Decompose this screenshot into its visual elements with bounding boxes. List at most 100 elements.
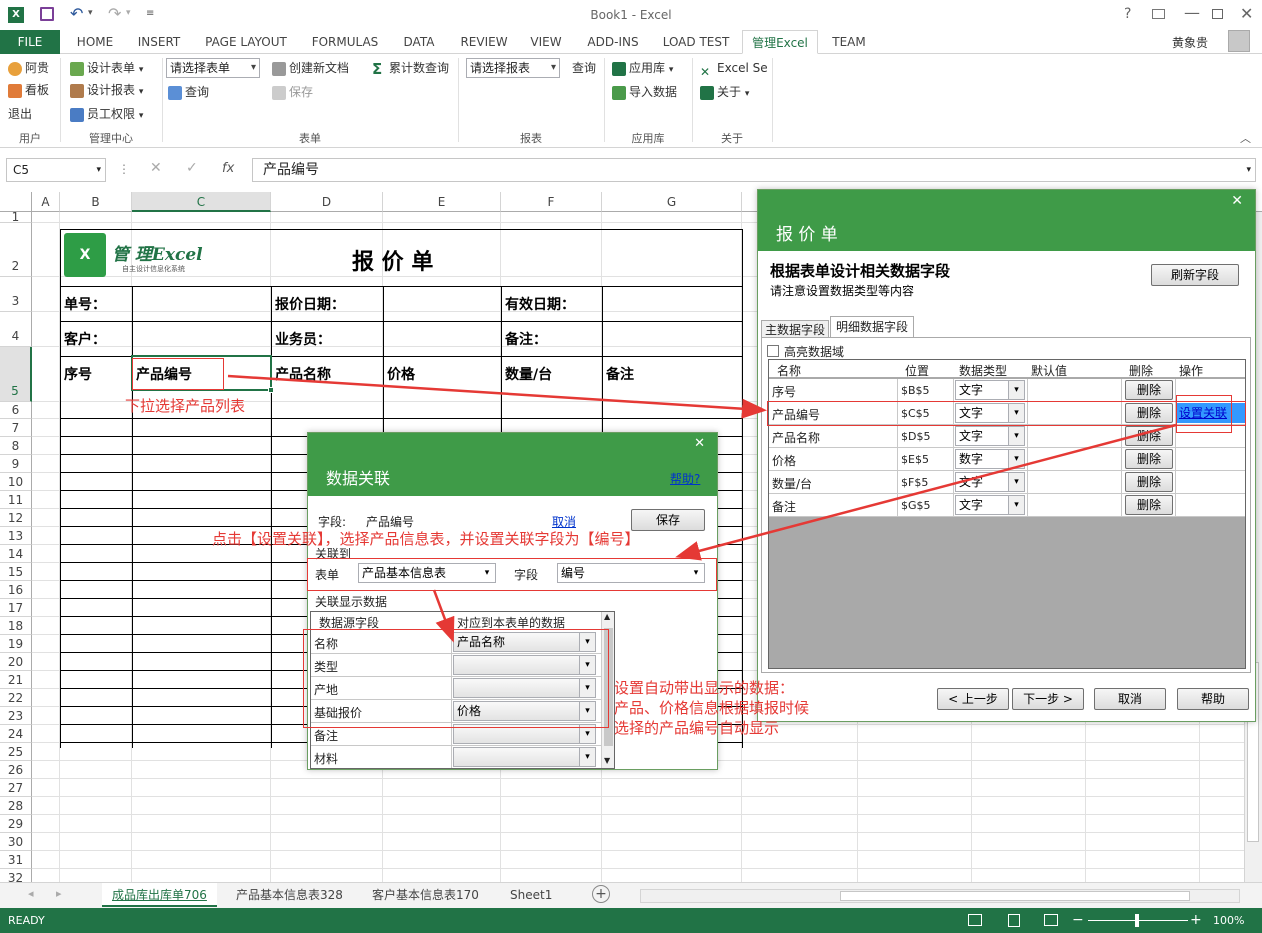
field-row-delete-button[interactable]: 删除 — [1125, 426, 1173, 446]
dialog-help-link[interactable]: 帮助? — [670, 470, 701, 487]
cell-remark-header[interactable]: 备注 — [606, 364, 634, 384]
field-row-type-dropdown[interactable]: 数字 ▾ — [955, 449, 1025, 469]
tab-file[interactable]: FILE — [0, 30, 60, 54]
tab-insert[interactable]: INSERT — [130, 30, 188, 54]
display-row-source[interactable]: 基础报价 — [314, 704, 362, 721]
staff-permission-button[interactable]: 员工权限 ▾ — [70, 104, 143, 124]
dialog-save-button[interactable]: 保存 — [631, 509, 705, 531]
field-row-type-dropdown[interactable]: 文字 ▾ — [955, 495, 1025, 515]
row-header-10[interactable]: 10 — [0, 473, 32, 491]
display-row-source[interactable]: 名称 — [314, 635, 338, 652]
tab-data[interactable]: DATA — [394, 30, 444, 54]
logout-button[interactable]: 退出 — [8, 104, 32, 124]
tab-team[interactable]: TEAM — [826, 30, 872, 54]
row-header-18[interactable]: 18 — [0, 617, 32, 635]
row-header-11[interactable]: 11 — [0, 491, 32, 509]
col-header-a[interactable]: A — [32, 192, 60, 212]
cell-price-header[interactable]: 价格 — [387, 364, 415, 384]
row-header-4[interactable]: 4 — [0, 312, 32, 347]
tab-detail-fields[interactable]: 明细数据字段 — [830, 316, 915, 338]
row-header-28[interactable]: 28 — [0, 797, 32, 815]
select-form-dropdown[interactable]: 请选择表单 — [166, 58, 260, 78]
insert-function-icon[interactable]: fx — [222, 161, 234, 176]
sheet-tab-outbound[interactable]: 成品库出库单706 — [102, 883, 217, 907]
field-row-type-dropdown[interactable]: 文字 ▾ — [955, 380, 1025, 400]
row-header-8[interactable]: 8 — [0, 437, 32, 455]
prev-sheet-icon[interactable]: ◂ — [28, 887, 34, 900]
collapse-ribbon-icon[interactable]: ︿ — [1240, 130, 1251, 146]
cell-product-name-header[interactable]: 产品名称 — [275, 364, 331, 384]
row-header-31[interactable]: 31 — [0, 851, 32, 869]
highlight-checkbox[interactable] — [767, 345, 779, 357]
minimize-icon[interactable]: — — [1184, 3, 1200, 22]
field-row-name[interactable]: 序号 — [772, 383, 796, 400]
row-header-15[interactable]: 15 — [0, 563, 32, 581]
field-row-type-dropdown[interactable]: 文字 ▾ — [955, 472, 1025, 492]
tab-formulas[interactable]: FORMULAS — [304, 30, 386, 54]
panel-cancel-button[interactable]: 取消 — [1094, 688, 1166, 710]
field-row-position[interactable]: $B$5 — [901, 384, 930, 397]
tab-page-layout[interactable]: PAGE LAYOUT — [196, 30, 296, 54]
row-header-25[interactable]: 25 — [0, 743, 32, 761]
prev-step-button[interactable]: < 上一步 — [937, 688, 1009, 710]
confirm-entry-icon[interactable]: ✓ — [186, 160, 198, 176]
cell-quote-date-label[interactable]: 报价日期： — [275, 294, 345, 314]
field-row-delete-button[interactable]: 删除 — [1125, 403, 1173, 423]
design-form-button[interactable]: 设计表单 ▾ — [70, 58, 143, 78]
scroll-down-icon[interactable]: ▼ — [604, 756, 610, 765]
design-report-button[interactable]: 设计报表 ▾ — [70, 80, 143, 100]
row-header-24[interactable]: 24 — [0, 725, 32, 743]
col-header-e[interactable]: E — [383, 192, 501, 212]
form-select-dropdown[interactable]: 产品基本信息表 ▾ — [358, 563, 496, 583]
cell-customer-label[interactable]: 客户： — [64, 329, 106, 349]
selected-cell-c5[interactable] — [131, 355, 272, 391]
user-avatar-icon[interactable] — [1228, 30, 1250, 52]
field-row-name[interactable]: 产品名称 — [772, 429, 820, 446]
field-row-position[interactable]: $G$5 — [901, 499, 931, 512]
row-header-12[interactable]: 12 — [0, 509, 32, 527]
field-row-delete-button[interactable]: 删除 — [1125, 495, 1173, 515]
customize-qat-icon[interactable]: ≡ — [146, 8, 154, 19]
horizontal-scroll-thumb[interactable] — [840, 891, 1190, 901]
display-row-source[interactable]: 材料 — [314, 750, 338, 767]
refresh-fields-button[interactable]: 刷新字段 — [1151, 264, 1239, 286]
user-name[interactable]: 黄象贵 — [1172, 34, 1208, 51]
field-row-name[interactable]: 数量/台 — [772, 475, 812, 492]
dashboard-button[interactable]: 看板 — [8, 80, 49, 100]
display-row-target-dropdown[interactable]: 价格 ▾ — [453, 701, 596, 721]
display-row-target-dropdown[interactable]: ▾ — [453, 655, 596, 675]
dialog-close-icon[interactable]: ✕ — [694, 436, 705, 451]
row-header-26[interactable]: 26 — [0, 761, 32, 779]
fill-handle[interactable] — [268, 387, 274, 393]
tab-main-fields[interactable]: 主数据字段 — [761, 320, 830, 338]
page-break-view-icon[interactable] — [1044, 914, 1058, 926]
redo-icon[interactable]: ↷ — [108, 4, 121, 23]
tab-add-ins[interactable]: ADD-INS — [576, 30, 650, 54]
row-header-20[interactable]: 20 — [0, 653, 32, 671]
field-row-delete-button[interactable]: 删除 — [1125, 472, 1173, 492]
select-report-dropdown[interactable]: 请选择报表 — [466, 58, 560, 78]
field-row-name[interactable]: 价格 — [772, 452, 796, 469]
row-header-27[interactable]: 27 — [0, 779, 32, 797]
app-library-button[interactable]: 应用库 ▾ — [612, 58, 673, 78]
panel-help-button[interactable]: 帮助 — [1177, 688, 1249, 710]
display-row-source[interactable]: 类型 — [314, 658, 338, 675]
set-link-button[interactable]: 设置关联 — [1177, 403, 1245, 423]
cell-order-no-label[interactable]: 单号： — [64, 294, 106, 314]
zoom-level[interactable]: 100% — [1213, 908, 1244, 933]
excel-se-button[interactable]: ✕ Excel Se — [700, 58, 768, 79]
name-box[interactable]: C5 ▾ — [6, 158, 106, 182]
field-row-position[interactable]: $F$5 — [901, 476, 928, 489]
display-grid-scroll-thumb[interactable] — [604, 628, 613, 746]
normal-view-icon[interactable] — [968, 914, 982, 926]
field-row-delete-button[interactable]: 删除 — [1125, 449, 1173, 469]
row-header-23[interactable]: 23 — [0, 707, 32, 725]
cell-seq-header[interactable]: 序号 — [64, 364, 92, 384]
row-header-17[interactable]: 17 — [0, 599, 32, 617]
field-row-type-dropdown[interactable]: 文字 ▾ — [955, 426, 1025, 446]
next-step-button[interactable]: 下一步 > — [1012, 688, 1084, 710]
row-header-32[interactable]: 32 — [0, 869, 32, 882]
col-header-b[interactable]: B — [60, 192, 132, 212]
row-header-7[interactable]: 7 — [0, 419, 32, 437]
select-all-corner[interactable] — [0, 192, 32, 212]
